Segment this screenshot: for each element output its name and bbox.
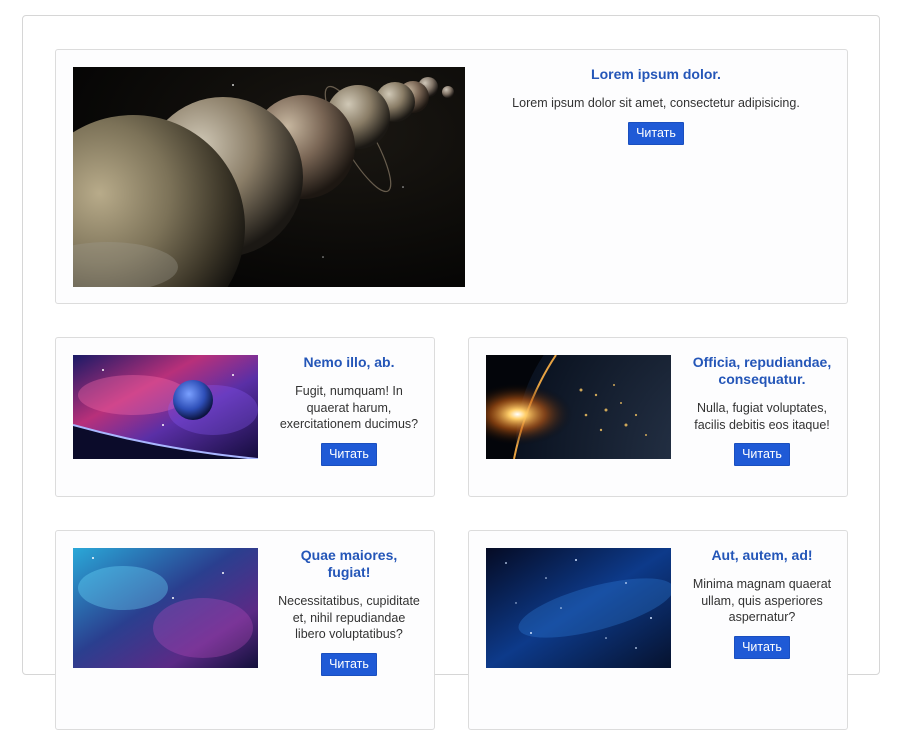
blue-nebula-image [73,548,258,668]
read-button[interactable]: Читать [321,652,377,676]
article-card: Officia, repudiandae, consequatur. Nulla… [468,337,848,497]
card-title: Officia, repudiandae, consequatur. [692,354,832,387]
featured-description: Lorem ipsum dolor sit amet, consectetur … [512,96,800,110]
featured-title: Lorem ipsum dolor. [591,66,721,82]
card-description: Necessitatibus, cupiditate et, nihil rep… [278,594,420,641]
planets-lineup-image [73,67,465,287]
featured-text-block: Lorem ipsum dolor. Lorem ipsum dolor sit… [496,66,816,145]
read-button[interactable]: Читать [734,443,790,466]
starfield-image [486,548,671,668]
card-title: Quae maiores, fugiat! [300,547,398,580]
card-text-block: Officia, repudiandae, consequatur. Nulla… [691,354,833,466]
earth-sunrise-image [486,355,671,459]
read-button[interactable]: Читать [321,442,377,466]
card-title: Nemo illo, ab. [303,354,395,370]
card-text-block: Quae maiores, fugiat! Necessitatibus, cu… [278,547,420,676]
read-button[interactable]: Читать [734,635,790,659]
card-description: Minima magnam quaerat ullam, quis asperi… [692,577,832,624]
card-title: Aut, autem, ad! [711,547,813,563]
card-description: Nulla, fugiat voluptates, facilis debiti… [694,401,830,432]
article-card: Nemo illo, ab. Fugit, numquam! In quaera… [55,337,435,497]
card-description: Fugit, numquam! In quaerat harum, exerci… [279,384,419,431]
article-card: Quae maiores, fugiat! Necessitatibus, cu… [55,530,435,730]
featured-card: Lorem ipsum dolor. Lorem ipsum dolor sit… [55,49,848,304]
card-text-block: Nemo illo, ab. Fugit, numquam! In quaera… [278,354,420,466]
featured-read-button[interactable]: Читать [628,121,684,145]
pink-nebula-planet-image [73,355,258,459]
article-card: Aut, autem, ad! Minima magnam quaerat ul… [468,530,848,730]
card-text-block: Aut, autem, ad! Minima magnam quaerat ul… [691,547,833,659]
